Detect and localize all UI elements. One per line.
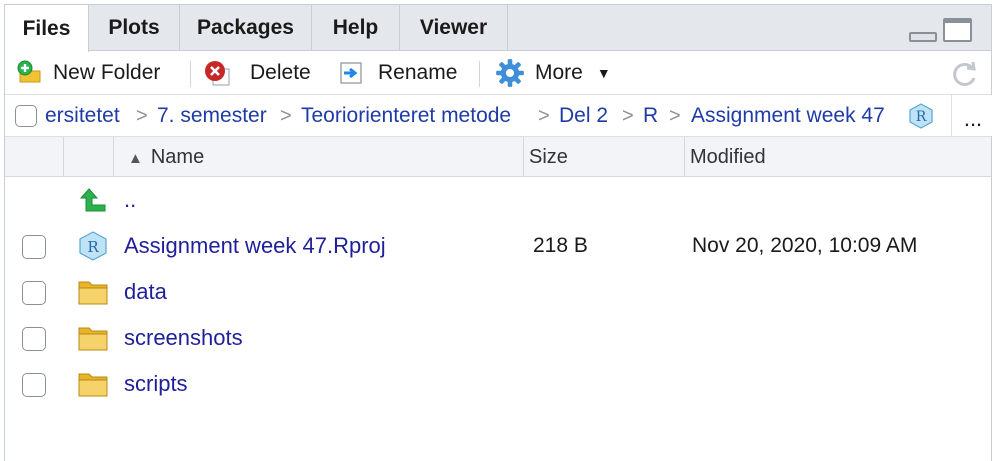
minimize-icon[interactable] — [909, 32, 937, 42]
breadcrumb-separator: > — [538, 105, 550, 127]
checkbox-column-header — [5, 137, 64, 176]
maximize-icon[interactable] — [943, 18, 972, 42]
tab-packages[interactable]: Packages — [180, 5, 312, 51]
rproject-icon: R — [79, 231, 107, 261]
row-checkbox[interactable] — [22, 373, 46, 397]
chevron-down-icon: ▼ — [596, 65, 611, 81]
tab-label: Plots — [108, 16, 160, 39]
breadcrumb-item[interactable]: R — [643, 95, 658, 137]
breadcrumb-item[interactable]: Del 2 — [559, 95, 608, 137]
file-size: 218 B — [533, 234, 588, 257]
tab-viewer[interactable]: Viewer — [400, 5, 508, 51]
breadcrumb-item-current[interactable]: Assignment week 47 — [691, 95, 885, 137]
rename-button[interactable]: Rename — [338, 51, 457, 95]
new-folder-button[interactable]: New Folder — [17, 51, 160, 95]
row-checkbox[interactable] — [22, 327, 46, 351]
breadcrumb-separator: > — [622, 105, 634, 127]
file-name[interactable]: Assignment week 47.Rproj — [124, 223, 386, 269]
toolbar-divider — [190, 61, 191, 87]
breadcrumb-separator: > — [280, 105, 292, 127]
table-row-parent: .. — [5, 177, 991, 223]
table-row: R Assignment week 47.Rproj 218 B Nov 20,… — [5, 223, 991, 269]
files-toolbar: New Folder Delete Rename More ▼ — [5, 51, 991, 95]
toolbar-divider — [479, 61, 480, 87]
table-row: screenshots — [5, 315, 991, 361]
breadcrumb-separator: > — [669, 105, 681, 127]
tab-plots[interactable]: Plots — [89, 5, 180, 51]
file-table-header: ▲ Name Size Modified — [5, 137, 991, 177]
new-folder-label: New Folder — [53, 61, 161, 84]
rename-icon — [340, 62, 362, 84]
row-checkbox[interactable] — [22, 281, 46, 305]
parent-folder-icon[interactable] — [77, 185, 109, 215]
tab-files[interactable]: Files — [5, 5, 89, 52]
row-checkbox[interactable] — [22, 235, 46, 259]
breadcrumb-separator: > — [136, 105, 148, 127]
file-name[interactable]: scripts — [124, 361, 188, 407]
delete-icon — [205, 61, 230, 86]
svg-text:R: R — [87, 238, 99, 256]
modified-column-header[interactable]: Modified — [685, 137, 993, 176]
name-column-label: Name — [150, 146, 205, 168]
sort-ascending-icon: ▲ — [128, 150, 143, 167]
icon-column-header — [64, 137, 114, 176]
more-label: More — [535, 61, 583, 84]
files-pane: Files Plots Packages Help Viewer New Fol… — [4, 4, 994, 461]
breadcrumb-more-button[interactable]: ... — [951, 95, 994, 136]
file-modified: Nov 20, 2020, 10:09 AM — [692, 234, 918, 257]
name-column-header[interactable]: ▲ Name — [114, 137, 524, 176]
folder-icon — [78, 373, 108, 397]
breadcrumb-item[interactable]: ersitetet — [45, 95, 120, 137]
file-name[interactable]: screenshots — [124, 315, 243, 361]
delete-button[interactable]: Delete — [204, 51, 311, 95]
breadcrumb: ersitetet > 7. semester > Teoriorientere… — [5, 95, 994, 137]
tab-label: Packages — [197, 16, 294, 39]
table-row: data — [5, 269, 991, 315]
folder-icon — [78, 327, 108, 351]
tab-label: Files — [22, 16, 71, 40]
rename-label: Rename — [378, 61, 458, 84]
tab-help[interactable]: Help — [312, 5, 400, 51]
folder-icon — [78, 281, 108, 305]
breadcrumb-item[interactable]: 7. semester — [157, 95, 267, 137]
rproject-icon: R — [909, 103, 933, 129]
tab-label: Help — [332, 16, 379, 39]
tab-bar: Files Plots Packages Help Viewer — [5, 5, 991, 52]
more-button[interactable]: More ▼ — [495, 51, 611, 95]
file-name[interactable]: data — [124, 269, 167, 315]
select-all-checkbox[interactable] — [15, 105, 37, 127]
table-row: scripts — [5, 361, 991, 407]
size-column-label: Size — [529, 146, 568, 168]
svg-text:R: R — [916, 109, 927, 125]
gear-icon — [496, 59, 524, 87]
new-folder-icon — [17, 60, 41, 83]
refresh-icon[interactable] — [951, 60, 979, 88]
file-name[interactable]: .. — [124, 177, 136, 223]
delete-label: Delete — [250, 61, 311, 84]
tab-label: Viewer — [419, 16, 488, 39]
breadcrumb-item[interactable]: Teoriorienteret metode — [301, 95, 511, 137]
size-column-header[interactable]: Size — [524, 137, 685, 176]
modified-column-label: Modified — [690, 146, 766, 168]
